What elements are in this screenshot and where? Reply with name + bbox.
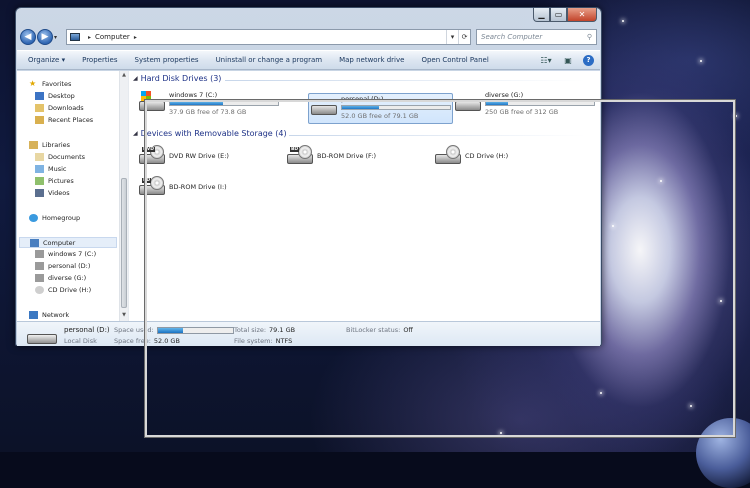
refresh-icon[interactable]: ⟳	[458, 30, 470, 44]
nav-downloads[interactable]: Downloads	[35, 104, 84, 112]
nav-recent-places[interactable]: Recent Places	[35, 116, 93, 124]
desktop-icon	[35, 92, 44, 100]
organize-button[interactable]: Organize ▾	[28, 56, 65, 64]
nav-drive-g-label: diverse (G:)	[48, 274, 87, 282]
close-button[interactable]: ✕	[567, 8, 597, 22]
nav-desktop-label: Desktop	[48, 92, 75, 100]
nav-network[interactable]: Network	[29, 311, 69, 319]
nav-drive-g[interactable]: diverse (G:)	[35, 274, 86, 282]
nav-documents-label: Documents	[48, 153, 86, 161]
nav-scrollbar[interactable]: ▲ ▼	[119, 71, 128, 321]
nav-network-label: Network	[42, 311, 70, 319]
cd-drive-icon	[35, 286, 44, 294]
videos-icon	[35, 189, 44, 197]
details-drive-name: personal (D:)	[64, 326, 110, 334]
nav-drive-h[interactable]: CD Drive (H:)	[35, 286, 91, 294]
network-icon	[29, 311, 38, 319]
nav-drive-c-label: windows 7 (C:)	[48, 250, 97, 258]
drive-icon	[35, 250, 44, 258]
breadcrumb-chevron-icon[interactable]: ▸	[88, 34, 91, 41]
help-icon[interactable]: ?	[583, 54, 594, 66]
change-view-icon[interactable]: ☷▾	[539, 54, 553, 66]
open-control-panel-button[interactable]: Open Control Panel	[421, 56, 488, 64]
system-properties-button[interactable]: System properties	[135, 56, 199, 64]
nav-documents[interactable]: Documents	[35, 153, 85, 161]
collapse-chevron-icon[interactable]: ◢	[133, 130, 138, 137]
breadcrumb-chevron-icon[interactable]: ▸	[134, 34, 137, 41]
nav-libraries[interactable]: Libraries	[29, 141, 70, 149]
navigation-bar: ◀ ▶ ▾ ▸ Computer ▸ ▾ ⟳ Search Computer ⚲	[20, 28, 597, 46]
nav-drive-h-label: CD Drive (H:)	[48, 286, 92, 294]
nav-music-label: Music	[48, 165, 67, 173]
star-icon: ★	[29, 79, 37, 88]
music-icon	[35, 165, 44, 173]
drive-icon	[35, 274, 44, 282]
nav-videos[interactable]: Videos	[35, 189, 70, 197]
maximize-button[interactable]: ▭	[550, 8, 567, 22]
properties-button[interactable]: Properties	[82, 56, 117, 64]
drive-name: diverse (G:)	[485, 91, 524, 99]
drive-name: windows 7 (C:)	[169, 91, 218, 99]
map-network-drive-button[interactable]: Map network drive	[339, 56, 404, 64]
homegroup-icon	[29, 214, 38, 222]
forward-button[interactable]: ▶	[37, 29, 53, 45]
preview-pane-icon[interactable]: ▣	[561, 54, 575, 66]
nav-libraries-label: Libraries	[42, 141, 71, 149]
nav-homegroup[interactable]: Homegroup	[29, 214, 80, 222]
nav-pictures-label: Pictures	[48, 177, 74, 185]
computer-icon	[30, 238, 39, 247]
breadcrumb-computer[interactable]: Computer	[95, 33, 130, 41]
nav-music[interactable]: Music	[35, 165, 67, 173]
nav-drive-d[interactable]: personal (D:)	[35, 262, 90, 270]
nav-scrollbar-thumb[interactable]	[121, 178, 127, 308]
search-placeholder: Search Computer	[481, 33, 543, 41]
scroll-down-icon[interactable]: ▼	[120, 312, 128, 320]
address-dropdown-icon[interactable]: ▾	[446, 30, 458, 44]
search-input[interactable]: Search Computer ⚲	[476, 29, 597, 45]
scroll-up-icon[interactable]: ▲	[120, 72, 128, 80]
computer-icon	[70, 33, 80, 41]
group-hard-disks-label: Hard Disk Drives (3)	[140, 74, 222, 83]
nav-recent-places-label: Recent Places	[48, 116, 94, 124]
back-button[interactable]: ◀	[20, 29, 36, 45]
selection-rectangle	[144, 99, 736, 438]
nav-favorites-label: Favorites	[42, 80, 72, 88]
documents-icon	[35, 153, 44, 161]
address-bar[interactable]: ▸ Computer ▸ ▾ ⟳	[66, 29, 471, 45]
nav-computer-label: Computer	[43, 238, 76, 247]
collapse-chevron-icon[interactable]: ◢	[133, 75, 138, 82]
drive-icon	[35, 262, 44, 270]
nav-drive-d-label: personal (D:)	[48, 262, 91, 270]
details-drive-type: Local Disk	[64, 337, 97, 345]
minimize-button[interactable]: ▁	[533, 8, 550, 22]
uninstall-program-button[interactable]: Uninstall or change a program	[216, 56, 323, 64]
recent-pages-dropdown[interactable]: ▾	[54, 34, 62, 41]
nav-favorites[interactable]: ★ Favorites	[29, 79, 72, 89]
selected-drive-icon	[27, 326, 57, 344]
nav-homegroup-label: Homegroup	[42, 214, 81, 222]
nav-drive-c[interactable]: windows 7 (C:)	[35, 250, 96, 258]
nav-computer[interactable]: Computer	[19, 237, 117, 248]
nav-downloads-label: Downloads	[48, 104, 84, 112]
libraries-icon	[29, 141, 38, 149]
nav-desktop[interactable]: Desktop	[35, 92, 75, 100]
search-icon[interactable]: ⚲	[587, 33, 592, 41]
command-bar: Organize ▾ Properties System properties …	[17, 50, 600, 70]
pictures-icon	[35, 177, 44, 185]
caption-buttons: ▁ ▭ ✕	[533, 8, 597, 22]
nav-videos-label: Videos	[48, 189, 70, 197]
recent-places-icon	[35, 116, 44, 124]
navigation-pane: ★ Favorites Desktop Downloads Recent Pla…	[17, 71, 129, 321]
group-hard-disks[interactable]: ◢ Hard Disk Drives (3)	[133, 74, 221, 83]
nav-pictures[interactable]: Pictures	[35, 177, 74, 185]
downloads-icon	[35, 104, 44, 112]
